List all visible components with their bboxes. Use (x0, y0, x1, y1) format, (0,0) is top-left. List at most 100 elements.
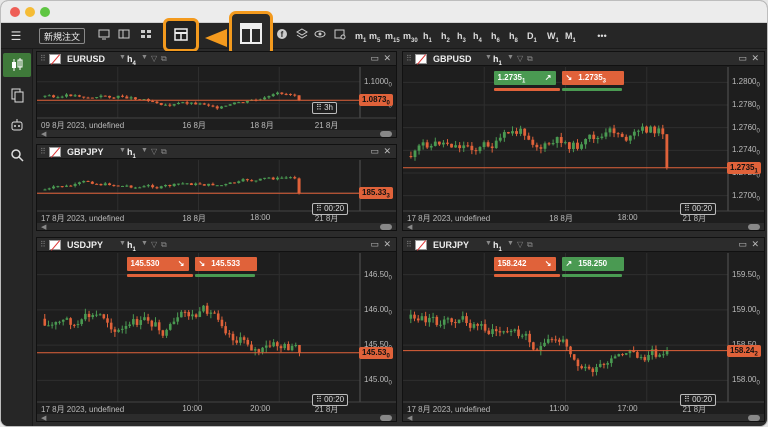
chart-panel-gbpjpy[interactable]: ⠿ GBPJPY ▼ h1 ▼ ▽ ⧉ ▭ ✕ 186.00017 8月 202… (36, 144, 397, 231)
copy-icon[interactable] (3, 83, 31, 107)
indicator-icon[interactable]: ▽ (517, 240, 523, 249)
chart-panel-eurusd[interactable]: ⠿ EURUSD ▼ h4 ▼ ▽ ⧉ ▭ ✕ 1.100001.0800009… (36, 51, 397, 138)
timeframe-label[interactable]: h1 (493, 240, 502, 253)
grid-layout-icon[interactable] (139, 28, 153, 44)
chart-scrollbar[interactable]: ◀ (403, 223, 764, 230)
time-cursor-tag[interactable]: ⠿ 3h (312, 102, 337, 115)
timeframe-m5[interactable]: m5 (369, 28, 380, 44)
timeframe-dropdown-icon[interactable]: ▼ (507, 54, 514, 61)
maximize-panel-icon[interactable]: ▭ (738, 239, 747, 250)
time-cursor-tag[interactable]: ⠿ 00:20 (680, 394, 717, 406)
symbol-label[interactable]: USDJPY (67, 240, 103, 250)
indicator-icon[interactable]: ▽ (517, 54, 523, 63)
timeframe-h6[interactable]: h6 (491, 28, 500, 44)
timeframe-m1[interactable]: m1 (355, 28, 366, 44)
robot-icon[interactable] (3, 113, 31, 137)
drag-handle-icon[interactable]: ⠿ (40, 147, 46, 156)
symbol-label[interactable]: EURUSD (67, 54, 105, 64)
sell-price-button[interactable]: 145.530 ↘ (126, 257, 189, 271)
scroll-left-icon[interactable]: ◀ (407, 414, 412, 421)
timeframe-W1[interactable]: W1 (547, 28, 559, 44)
scroll-thumb[interactable] (380, 131, 392, 137)
eye-icon[interactable] (313, 28, 327, 44)
timeframe-label[interactable]: h1 (127, 240, 136, 253)
link-icon[interactable]: ⧉ (161, 54, 167, 64)
timeframe-h3[interactable]: h3 (457, 28, 466, 44)
info-icon[interactable]: f (275, 28, 289, 44)
timeframe-m30[interactable]: m30 (403, 28, 418, 44)
candles-icon[interactable] (3, 53, 31, 77)
scroll-left-icon[interactable]: ◀ (41, 130, 46, 137)
timeframe-dropdown-icon[interactable]: ▼ (507, 240, 514, 247)
symbol-label[interactable]: GBPUSD (433, 54, 472, 64)
timeframe-h8[interactable]: h8 (509, 28, 518, 44)
settings-chart-icon[interactable] (333, 28, 347, 44)
scroll-left-icon[interactable]: ◀ (41, 223, 46, 230)
maximize-panel-icon[interactable]: ▭ (738, 53, 747, 64)
timeframe-label[interactable]: h4 (127, 54, 136, 67)
scroll-left-icon[interactable]: ◀ (407, 223, 412, 230)
symbol-dropdown-icon[interactable]: ▼ (485, 54, 492, 61)
timeframe-dropdown-icon[interactable]: ▼ (141, 240, 148, 247)
buy-price-button[interactable]: ↗ 158.250 (561, 257, 624, 271)
buy-price-button[interactable]: ↘ 1.27353 (561, 71, 624, 85)
timeframe-M1[interactable]: M1 (565, 28, 576, 44)
chart-scrollbar[interactable]: ◀ (37, 414, 396, 421)
menu-icon[interactable]: ☰ (7, 28, 25, 44)
price-chart[interactable]: 1.100001.0800009 8月 2023, undefined16 8月… (37, 67, 396, 130)
symbol-dropdown-icon[interactable]: ▼ (119, 240, 126, 247)
close-panel-icon[interactable]: ✕ (751, 239, 759, 250)
price-chart[interactable]: 159.500159.000158.500158.00017 8月 2023, … (403, 253, 764, 414)
close-panel-icon[interactable]: ✕ (383, 53, 391, 64)
minimize-window-button[interactable] (25, 7, 35, 17)
window-icon[interactable] (117, 28, 131, 44)
timeframe-m15[interactable]: m15 (385, 28, 400, 44)
chart-scrollbar[interactable]: ◀ (37, 130, 396, 137)
drag-handle-icon[interactable]: ⠿ (406, 54, 412, 63)
chart-panel-gbpusd[interactable]: ⠿ GBPUSD ▼ h1 ▼ ▽ ⧉ ▭ ✕ 1.28000 1.27800 1.… (402, 51, 765, 231)
sell-price-button[interactable]: 158.242 ↘ (493, 257, 556, 271)
drag-handle-icon[interactable]: ⠿ (40, 240, 46, 249)
chart-scrollbar[interactable]: ◀ (403, 414, 764, 421)
link-icon[interactable]: ⧉ (161, 147, 167, 157)
timeframe-h1[interactable]: h1 (423, 28, 432, 44)
timeframe-h2[interactable]: h2 (441, 28, 450, 44)
scroll-thumb[interactable] (748, 415, 760, 421)
scroll-thumb[interactable] (380, 224, 392, 230)
scroll-left-icon[interactable]: ◀ (41, 414, 46, 421)
new-order-button[interactable]: 新規注文 (39, 28, 86, 44)
sell-price-button[interactable]: 1.27351 ↗ (493, 71, 556, 85)
chart-panel-eurjpy[interactable]: ⠿ EURJPY ▼ h1 ▼ ▽ ⧉ ▭ ✕ 159.500 159.000 15… (402, 237, 765, 422)
timeframe-label[interactable]: h1 (127, 147, 136, 160)
price-chart[interactable]: 186.00017 8月 2023, undefined18 8月18:0021… (37, 160, 396, 223)
indicator-icon[interactable]: ▽ (151, 54, 157, 63)
timeframe-dropdown-icon[interactable]: ▼ (141, 147, 148, 154)
close-panel-icon[interactable]: ✕ (383, 146, 391, 157)
time-cursor-tag[interactable]: ⠿ 00:20 (312, 203, 349, 215)
layers-icon[interactable] (295, 28, 309, 44)
buy-price-button[interactable]: ↘ 145.533 (194, 257, 257, 271)
timeframe-D1[interactable]: D1 (527, 28, 537, 44)
maximize-panel-icon[interactable]: ▭ (370, 146, 379, 157)
layout-button-highlight[interactable] (163, 18, 199, 52)
symbol-label[interactable]: GBPJPY (67, 147, 104, 157)
close-window-button[interactable] (10, 7, 20, 17)
timeframe-dropdown-icon[interactable]: ▼ (141, 54, 148, 61)
time-cursor-tag[interactable]: ⠿ 00:20 (680, 203, 717, 215)
time-cursor-tag[interactable]: ⠿ 00:20 (312, 394, 349, 406)
link-icon[interactable]: ⧉ (527, 240, 533, 250)
chart-panel-usdjpy[interactable]: ⠿ USDJPY ▼ h1 ▼ ▽ ⧉ ▭ ✕ 146.500 146.000 14… (36, 237, 397, 422)
monitor-icon[interactable] (97, 28, 111, 44)
search-chart-icon[interactable] (3, 143, 31, 167)
scroll-thumb[interactable] (748, 224, 760, 230)
scroll-thumb[interactable] (380, 415, 392, 421)
close-panel-icon[interactable]: ✕ (751, 53, 759, 64)
close-panel-icon[interactable]: ✕ (383, 239, 391, 250)
price-chart[interactable]: 146.500146.000145.500145.00017 8月 2023, … (37, 253, 396, 414)
timeframe-h4[interactable]: h4 (473, 28, 482, 44)
link-icon[interactable]: ⧉ (161, 240, 167, 250)
indicator-icon[interactable]: ▽ (151, 147, 157, 156)
symbol-dropdown-icon[interactable]: ▼ (119, 54, 126, 61)
price-chart[interactable]: 1.280001.278001.276001.274001.272001.270… (403, 67, 764, 223)
symbol-dropdown-icon[interactable]: ▼ (119, 147, 126, 154)
